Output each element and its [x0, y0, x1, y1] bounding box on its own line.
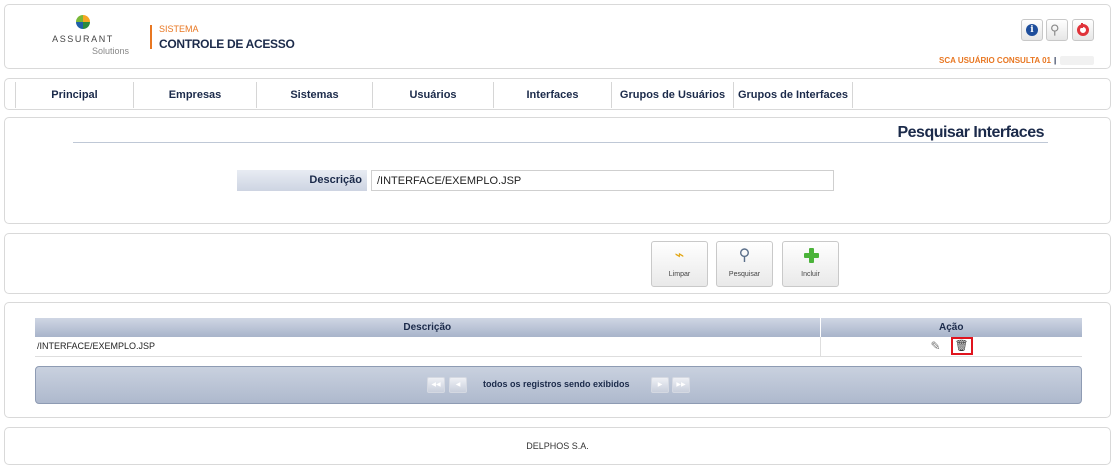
nav-item-grupos-usuarios[interactable]: Grupos de Usuários — [611, 82, 733, 108]
nav-item-principal[interactable]: Principal — [15, 82, 133, 108]
edit-icon[interactable]: ✎ — [931, 339, 945, 353]
table-header-row: Descrição Ação — [35, 318, 1082, 337]
footer: DELPHOS S.A. — [4, 427, 1111, 465]
last-page-icon[interactable]: ▶▶ — [672, 377, 690, 393]
results-panel: Descrição Ação /INTERFACE/EXEMPLO.JSP ✎ … — [4, 302, 1111, 418]
limpar-button[interactable]: ⌁ Limpar — [651, 241, 708, 287]
table-row: /INTERFACE/EXEMPLO.JSP ✎ 🗑 — [35, 337, 1082, 357]
pesquisar-label: Pesquisar — [728, 271, 761, 278]
incluir-label: Incluir — [801, 271, 820, 278]
pesquisar-button[interactable]: ⚲ Pesquisar — [716, 241, 773, 287]
actions-panel: ⌁ Limpar ⚲ Pesquisar Incluir — [4, 233, 1111, 294]
key-icon: ⚲ — [1050, 22, 1060, 37]
user-extra-redacted — [1060, 56, 1094, 65]
title-divider — [73, 142, 1048, 143]
results-table: Descrição Ação /INTERFACE/EXEMPLO.JSP ✎ … — [35, 318, 1082, 357]
nav-item-interfaces[interactable]: Interfaces — [493, 82, 611, 108]
info-icon: i — [1026, 24, 1038, 36]
logo-mark-icon — [76, 15, 90, 29]
power-icon — [1077, 23, 1089, 36]
pagination-bar: ◀◀ ◀ todos os registros sendo exibidos ▶… — [35, 366, 1082, 404]
next-page-icon[interactable]: ▶ — [651, 377, 669, 393]
descricao-label: Descrição — [237, 170, 367, 191]
info-button[interactable]: i — [1021, 19, 1043, 41]
change-password-button[interactable]: ⚲ — [1046, 19, 1068, 41]
broom-icon: ⌁ — [674, 247, 685, 264]
user-name: SCA USUÁRIO CONSULTA 01 | — [939, 56, 1056, 65]
first-page-icon[interactable]: ◀◀ — [427, 377, 445, 393]
nav-item-sistemas[interactable]: Sistemas — [256, 82, 372, 108]
nav-item-usuarios[interactable]: Usuários — [372, 82, 493, 108]
user-name-text: SCA USUÁRIO CONSULTA 01 — [939, 56, 1052, 65]
nav-item-empresas[interactable]: Empresas — [133, 82, 256, 108]
delete-icon[interactable]: 🗑 — [950, 337, 973, 355]
logout-button[interactable] — [1072, 19, 1094, 41]
incluir-button[interactable]: Incluir — [782, 241, 839, 287]
prev-page-icon[interactable]: ◀ — [449, 377, 467, 393]
footer-text: DELPHOS S.A. — [526, 441, 589, 451]
nav-item-grupos-interfaces[interactable]: Grupos de Interfaces — [733, 82, 853, 108]
assurant-logo: ASSURANT Solutions — [33, 13, 133, 65]
cell-descricao: /INTERFACE/EXEMPLO.JSP — [35, 337, 820, 357]
search-icon: ⚲ — [738, 247, 751, 264]
pagination-status: todos os registros sendo exibidos — [483, 379, 630, 389]
cell-acao: ✎ 🗑 — [819, 337, 1082, 357]
page-title: Pesquisar Interfaces — [897, 124, 1044, 141]
plus-icon — [804, 248, 819, 263]
column-header-descricao[interactable]: Descrição — [35, 318, 820, 337]
logo-word: ASSURANT — [52, 34, 114, 44]
limpar-label: Limpar — [668, 271, 691, 278]
system-title: CONTROLE DE ACESSO — [159, 37, 295, 51]
logo-sub: Solutions — [91, 46, 129, 56]
system-divider — [150, 25, 152, 49]
search-panel: Pesquisar Interfaces Descrição — [4, 117, 1111, 224]
descricao-input[interactable] — [371, 170, 834, 191]
system-caption: SISTEMA — [159, 24, 199, 34]
column-header-acao: Ação — [819, 318, 1082, 337]
user-separator: | — [1054, 56, 1057, 65]
main-nav: Principal Empresas Sistemas Usuários Int… — [4, 78, 1111, 110]
header: ASSURANT Solutions SISTEMA CONTROLE DE A… — [4, 4, 1111, 69]
